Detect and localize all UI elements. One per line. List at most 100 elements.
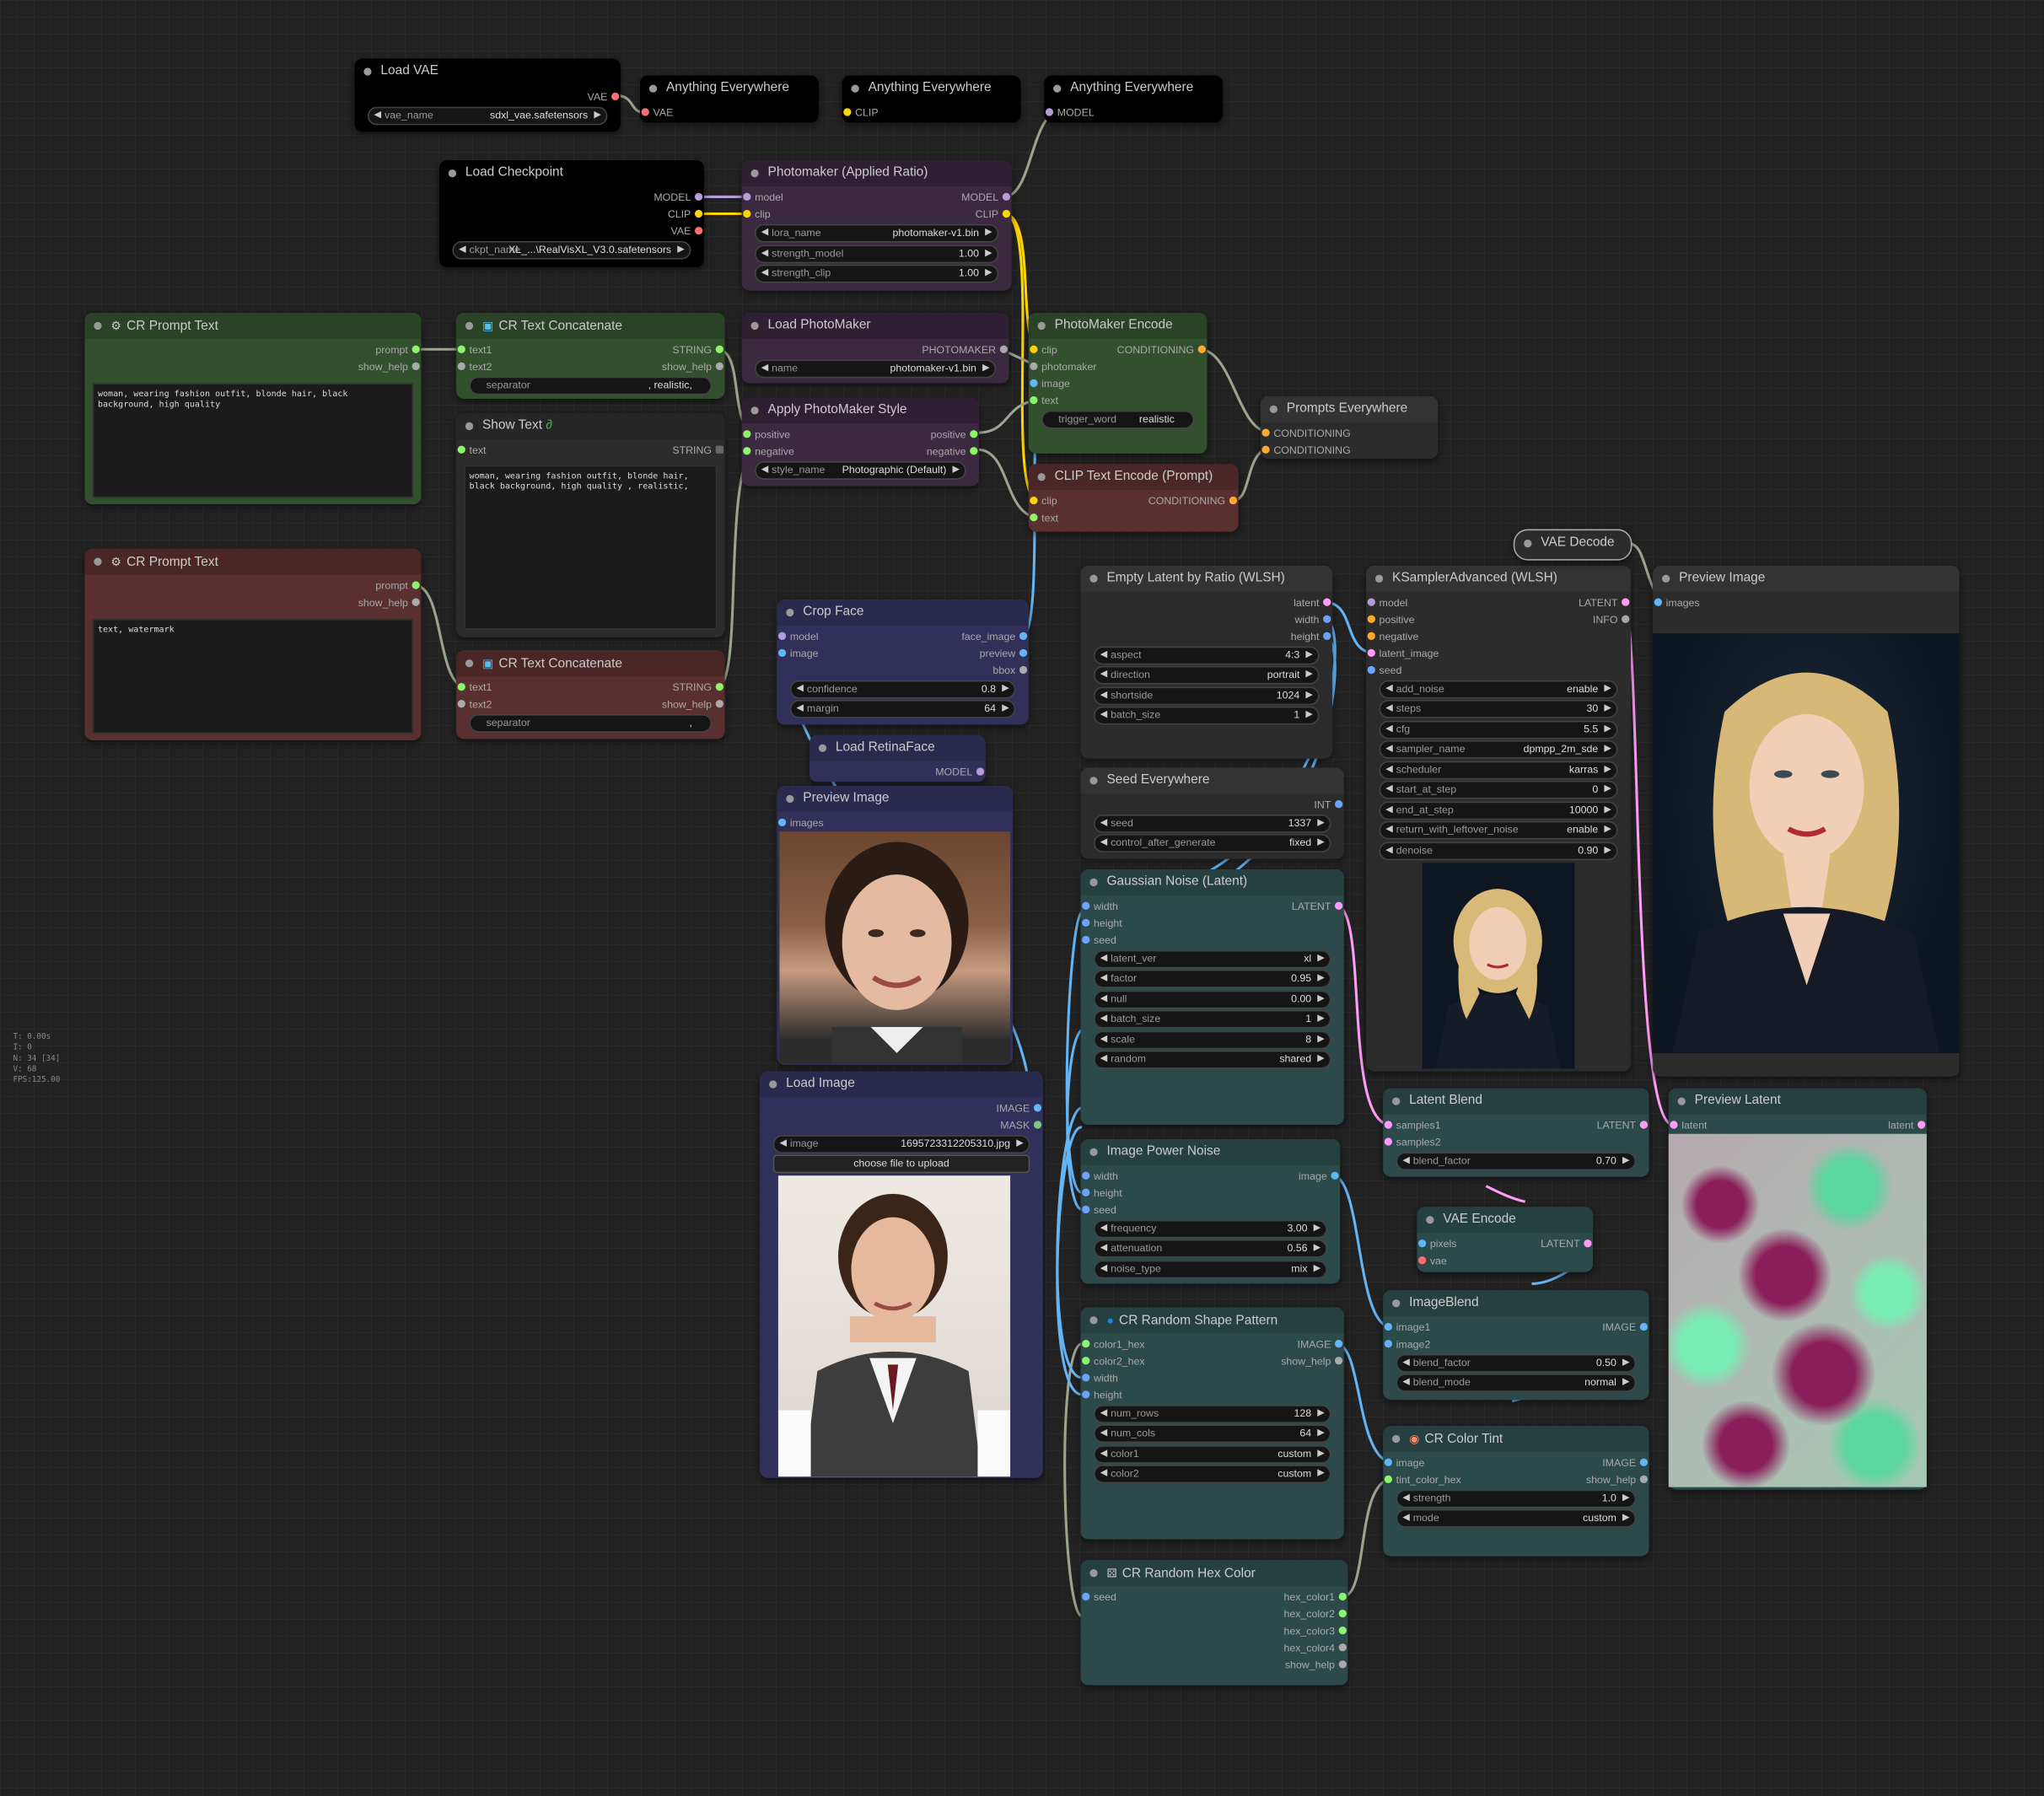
node-title[interactable]: Prompts Everywhere: [1260, 395, 1439, 422]
input-text[interactable]: text: [1030, 509, 1058, 526]
add-noise-combo[interactable]: ◀ add_noise enable ▶: [1379, 680, 1618, 699]
output-model[interactable]: MODEL: [935, 764, 985, 781]
node-title[interactable]: Crop Face: [777, 600, 1029, 626]
input-image[interactable]: image: [1384, 1455, 1424, 1471]
input-width[interactable]: width: [1082, 1370, 1118, 1387]
output-int[interactable]: INT: [1314, 796, 1343, 813]
node-gaussian-noise[interactable]: Gaussian Noise (Latent) width LATENT hei…: [1080, 868, 1344, 1125]
node-cr-prompt-text-positive[interactable]: ⚙ CR Prompt Text prompt show_help woman, …: [84, 312, 422, 505]
confidence-slider[interactable]: ◀ confidence 0.8 ▶: [789, 680, 1016, 699]
node-image-blend[interactable]: ImageBlend image1 IMAGE image2 ◀ blend_fa…: [1383, 1290, 1649, 1401]
scale-slider[interactable]: ◀ scale 8 ▶: [1094, 1030, 1331, 1050]
node-title[interactable]: ● CR Random Shape Pattern: [1080, 1307, 1344, 1334]
input-conditioning-2[interactable]: CONDITIONING: [1261, 442, 1351, 459]
node-title[interactable]: Photomaker (Applied Ratio): [741, 160, 1012, 187]
input-model[interactable]: model: [743, 189, 783, 206]
output-model[interactable]: MODEL: [961, 189, 1011, 206]
output-conditioning[interactable]: CONDITIONING: [1117, 341, 1206, 358]
node-cr-prompt-text-negative[interactable]: ⚙ CR Prompt Text prompt show_help text, w…: [84, 548, 422, 740]
prompt-textarea[interactable]: text, watermark: [92, 619, 414, 734]
node-ksampler-advanced[interactable]: KSamplerAdvanced (WLSH) model LATENT pos…: [1366, 565, 1631, 1072]
output-prompt[interactable]: prompt: [375, 578, 420, 594]
node-image-power-noise[interactable]: Image Power Noise width image height see…: [1080, 1138, 1341, 1284]
input-model[interactable]: model: [1367, 594, 1407, 611]
input-color2-hex[interactable]: color2_hex: [1082, 1352, 1145, 1369]
node-title[interactable]: Latent Blend: [1383, 1088, 1649, 1115]
input-samples1[interactable]: samples1: [1384, 1117, 1441, 1134]
node-title[interactable]: Empty Latent by Ratio (WLSH): [1080, 565, 1332, 592]
node-title[interactable]: KSamplerAdvanced (WLSH): [1366, 565, 1631, 592]
node-latent-blend[interactable]: Latent Blend samples1 LATENT samples2 ◀ b…: [1383, 1088, 1649, 1177]
node-preview-latent[interactable]: Preview Latent latent latent: [1668, 1088, 1927, 1490]
output-clip[interactable]: CLIP: [668, 206, 703, 223]
input-negative[interactable]: negative: [743, 444, 794, 460]
node-title[interactable]: VAE Decode: [1514, 530, 1631, 557]
node-cr-random-hex-color[interactable]: ⚄ CR Random Hex Color seed hex_color1 hex…: [1080, 1560, 1348, 1686]
input-clip[interactable]: CLIP: [843, 105, 879, 121]
output-negative[interactable]: negative: [927, 444, 978, 460]
node-title[interactable]: PhotoMaker Encode: [1028, 312, 1208, 339]
end-at-step-slider[interactable]: ◀ end_at_step 10000 ▶: [1379, 801, 1618, 820]
node-cr-random-shape-pattern[interactable]: ● CR Random Shape Pattern color1_hex IMAG…: [1080, 1307, 1344, 1540]
input-clip[interactable]: clip: [743, 206, 771, 223]
input-seed[interactable]: seed: [1082, 1202, 1116, 1218]
node-anything-everywhere-clip[interactable]: Anything Everywhere CLIP: [842, 75, 1021, 123]
attenuation-slider[interactable]: ◀ attenuation 0.56 ▶: [1094, 1239, 1327, 1258]
node-title[interactable]: ▣ CR Text Concatenate: [456, 650, 725, 677]
input-image[interactable]: image: [1030, 375, 1070, 392]
output-hex-color3[interactable]: hex_color3: [1283, 1622, 1347, 1639]
seed-slider[interactable]: ◀ seed 1337 ▶: [1094, 815, 1331, 833]
cfg-slider[interactable]: ◀ cfg 5.5 ▶: [1379, 720, 1618, 739]
num-rows-slider[interactable]: ◀ num_rows 128 ▶: [1094, 1405, 1331, 1423]
output-bbox[interactable]: bbox: [992, 662, 1028, 679]
output-prompt[interactable]: prompt: [375, 341, 420, 358]
input-clip[interactable]: clip: [1030, 492, 1057, 509]
input-images[interactable]: images: [1654, 594, 1700, 611]
color1-combo[interactable]: ◀ color1 custom ▶: [1094, 1445, 1331, 1464]
node-preview-image-face[interactable]: Preview Image images: [777, 786, 1014, 1065]
node-photomaker-applied-ratio[interactable]: Photomaker (Applied Ratio) model MODEL c…: [741, 160, 1012, 291]
input-latent[interactable]: latent: [1670, 1117, 1707, 1134]
node-title[interactable]: Preview Image: [1653, 565, 1960, 592]
output-latent[interactable]: latent: [1294, 594, 1331, 611]
output-string[interactable]: STRING: [672, 341, 723, 358]
node-cr-text-concatenate-2[interactable]: ▣ CR Text Concatenate text1 STRING text2 …: [456, 650, 725, 739]
prompt-textarea[interactable]: woman, wearing fashion outfit, blonde ha…: [92, 383, 414, 498]
output-show-help[interactable]: show_help: [1586, 1471, 1649, 1488]
choose-file-button[interactable]: choose file to upload: [772, 1154, 1030, 1174]
output-photomaker[interactable]: PHOTOMAKER: [922, 341, 1008, 358]
control-after-generate-combo[interactable]: ◀ control_after_generate fixed ▶: [1094, 834, 1331, 852]
output-vae[interactable]: VAE: [588, 89, 620, 105]
output-show-help[interactable]: show_help: [358, 358, 420, 375]
output-info[interactable]: INFO: [1593, 611, 1630, 628]
num-cols-slider[interactable]: ◀ num_cols 64 ▶: [1094, 1424, 1331, 1444]
input-positive[interactable]: positive: [1367, 611, 1414, 628]
input-color1-hex[interactable]: color1_hex: [1082, 1336, 1145, 1352]
node-title[interactable]: ⚙ CR Prompt Text: [84, 548, 422, 575]
input-height[interactable]: height: [1082, 1387, 1122, 1404]
node-preview-image-main[interactable]: Preview Image images: [1653, 565, 1960, 1077]
node-title[interactable]: Image Power Noise: [1080, 1138, 1341, 1165]
input-height[interactable]: height: [1082, 915, 1122, 932]
node-show-text[interactable]: Show Text ∂ text STRING woman, wearing f…: [456, 412, 725, 637]
node-load-image[interactable]: Load Image IMAGE MASK ◀ image 169572331220…: [760, 1071, 1043, 1478]
blend-factor-slider[interactable]: ◀ blend_factor 0.50 ▶: [1396, 1353, 1637, 1373]
node-title[interactable]: Seed Everywhere: [1080, 767, 1344, 794]
node-title[interactable]: Anything Everywhere: [842, 75, 1021, 102]
node-cr-text-concatenate-1[interactable]: ▣ CR Text Concatenate text1 STRING text2 …: [456, 312, 725, 399]
separator-input[interactable]: separator, realistic,: [469, 376, 713, 395]
node-clip-text-encode[interactable]: CLIP Text Encode (Prompt) clip CONDITION…: [1028, 464, 1239, 532]
vae-name-combo[interactable]: ◀ vae_name sdxl_vae.safetensors ▶: [367, 106, 608, 126]
node-prompts-everywhere[interactable]: Prompts Everywhere CONDITIONING CONDITIO…: [1260, 395, 1439, 460]
scheduler-combo[interactable]: ◀ scheduler karras ▶: [1379, 761, 1618, 780]
output-width[interactable]: width: [1295, 611, 1331, 628]
input-positive[interactable]: positive: [743, 426, 790, 443]
node-anything-everywhere-vae[interactable]: Anything Everywhere VAE: [640, 75, 819, 123]
output-preview[interactable]: preview: [980, 645, 1028, 662]
input-clip[interactable]: clip: [1030, 341, 1057, 358]
lora-name-combo[interactable]: ◀ lora_name photomaker-v1.bin ▶: [755, 223, 999, 243]
node-apply-photomaker-style[interactable]: Apply PhotoMaker Style positive positive…: [741, 397, 979, 487]
input-image[interactable]: image: [777, 645, 819, 662]
margin-slider[interactable]: ◀ margin 64 ▶: [789, 700, 1016, 718]
input-seed[interactable]: seed: [1367, 662, 1401, 679]
